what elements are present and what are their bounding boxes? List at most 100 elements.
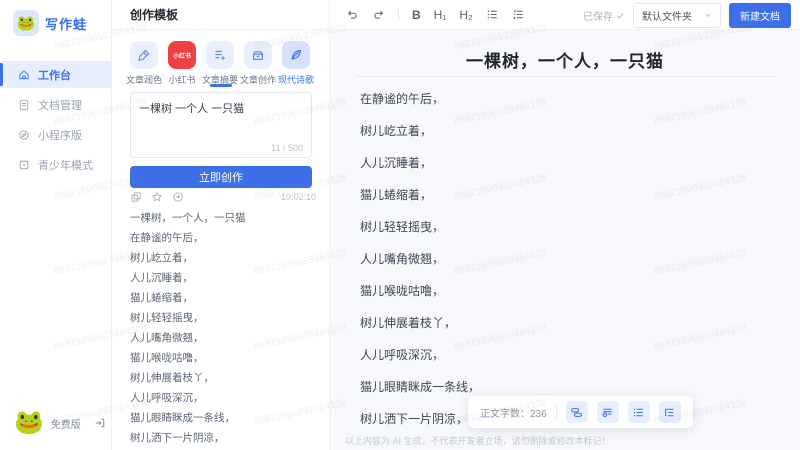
create-button[interactable]: 立即创作 — [130, 166, 312, 188]
output-line: 人儿呼吸深沉， — [130, 392, 204, 404]
document-title[interactable]: 一棵树，一个人，一只猫 — [330, 47, 800, 72]
document-controls: 已保存 默认文件夹 新建文档 — [583, 0, 791, 30]
document-line: 树儿屹立着， — [360, 124, 433, 138]
document-line: 猫儿蜷缩着， — [360, 188, 433, 202]
floating-toolbar: 正文字数：236 — [468, 396, 693, 428]
generation-output: 10:02:10 一棵树，一个人，一只猫 在静谧的午后， 树儿屹立着， 人儿沉睡… — [130, 190, 316, 450]
title-divider — [355, 76, 775, 77]
tab-article-creation[interactable]: 文章创作 — [240, 41, 276, 86]
folder-dropdown[interactable]: 默认文件夹 — [633, 2, 721, 28]
redo-button[interactable] — [372, 8, 385, 21]
user-avatar[interactable]: 🐸 — [14, 408, 44, 438]
sidebar-item-workspace[interactable]: 工作台 — [0, 61, 111, 88]
bullet-list-icon — [487, 10, 497, 19]
sidebar-item-label: 文档管理 — [38, 99, 82, 112]
document-line: 人儿沉睡着， — [360, 156, 433, 170]
pen-icon — [130, 41, 158, 69]
tab-xiaohongshu[interactable]: 小红书 小红书 — [168, 41, 196, 86]
sidebar-item-miniprogram[interactable]: 小程序版 — [0, 121, 111, 148]
tab-label: 小红书 — [168, 75, 196, 85]
teen-mode-icon — [19, 160, 29, 169]
tab-article-polish[interactable]: 文章润色 — [126, 41, 162, 86]
word-count-label: 正文字数： — [480, 408, 530, 420]
output-line: 人儿嘴角微翘， — [130, 332, 204, 344]
output-actions: 10:02:10 — [130, 190, 316, 204]
ordered-list-icon — [513, 10, 523, 20]
toolbar-divider — [398, 8, 399, 21]
tab-label: 文章创作 — [240, 75, 277, 85]
logout-icon — [95, 418, 105, 428]
heading1-button[interactable]: H₁ — [434, 9, 447, 21]
continue-writing-button[interactable] — [565, 401, 588, 423]
bold-button[interactable]: B — [412, 9, 421, 21]
outline-icon — [665, 408, 674, 416]
panel-title: 创作模板 — [112, 0, 329, 30]
summarize-button[interactable] — [596, 401, 619, 423]
list-icon — [634, 408, 644, 416]
compass-icon — [19, 129, 29, 140]
insert-arrow-icon[interactable] — [172, 191, 184, 203]
sidebar-item-label: 青少年模式 — [38, 159, 93, 172]
prompt-input-box: 一棵树 一个人 一只猫 11 / 500 — [130, 92, 312, 158]
document-line: 人儿呼吸深沉， — [360, 348, 445, 362]
home-icon — [19, 69, 29, 79]
check-icon — [617, 12, 624, 18]
output-line: 在静谧的午后， — [130, 232, 204, 244]
word-count: 正文字数：236 — [480, 405, 547, 420]
quill-icon — [282, 41, 310, 69]
document-line: 树儿洒下一片阴凉， — [360, 412, 469, 426]
box-icon — [244, 41, 272, 69]
tab-label: 文章润色 — [126, 75, 163, 85]
undo-icon — [347, 10, 357, 19]
chevron-down-icon — [705, 13, 711, 17]
xiaohongshu-icon: 小红书 — [168, 41, 196, 69]
user-area: 🐸 免费版 — [14, 408, 106, 438]
app-logo: 🐸 写作蛙 — [13, 10, 87, 36]
output-text: 一棵树，一个人，一只猫 在静谧的午后， 树儿屹立着， 人儿沉睡着， 猫儿蜷缩着，… — [130, 213, 316, 444]
save-status-label: 已保存 — [583, 11, 613, 23]
tabs-scrollbar[interactable] — [210, 84, 232, 87]
star-icon[interactable] — [151, 191, 163, 203]
sidebar-item-teen-mode[interactable]: 青少年模式 — [0, 151, 111, 178]
output-line: 人儿沉睡着， — [130, 272, 193, 284]
ai-disclaimer: 以上内容为 AI 生成，不代表开发者立场，请勿删除或修改本标记！ — [345, 436, 611, 446]
document-body[interactable]: 在静谧的午后， 树儿屹立着， 人儿沉睡着， 猫儿蜷缩着， 树儿轻轻摇曳， 人儿嘴… — [360, 93, 480, 445]
summarize-icon — [602, 408, 612, 417]
template-panel: 创作模板 文章润色 小红书 小红书 文章摘要 文章创作 现代诗歌 一棵树 一个人… — [112, 0, 330, 450]
logout-button[interactable] — [94, 417, 106, 429]
prompt-input[interactable]: 一棵树 一个人 一只猫 — [131, 93, 311, 139]
output-line: 猫儿喉咙咕噜， — [130, 352, 204, 364]
document-icon — [19, 99, 29, 110]
document-line: 人儿嘴角微翘， — [360, 252, 445, 266]
tab-article-summary[interactable]: 文章摘要 — [202, 41, 238, 86]
toolbar-divider — [555, 405, 557, 419]
copy-icon[interactable] — [130, 191, 142, 203]
output-line: 猫儿眼睛眯成一条线， — [130, 412, 235, 424]
app-name: 写作蛙 — [45, 16, 88, 32]
sidebar-item-label: 工作台 — [38, 69, 71, 82]
output-line: 树儿洒下一片阴凉， — [130, 432, 225, 444]
document-line: 树儿轻轻摇曳， — [360, 220, 445, 234]
document-editor[interactable]: 一棵树，一个人，一只猫 在静谧的午后， 树儿屹立着， 人儿沉睡着， 猫儿蜷缩着，… — [330, 30, 800, 450]
ordered-list-button[interactable] — [512, 8, 525, 21]
new-document-button[interactable]: 新建文档 — [729, 2, 791, 28]
bullet-list-button[interactable] — [486, 8, 499, 21]
heading2-button[interactable]: H₂ — [459, 9, 472, 21]
sidebar-item-documents[interactable]: 文档管理 — [0, 91, 111, 118]
output-line: 树儿伸展着枝丫， — [130, 372, 214, 384]
list-format-button[interactable] — [627, 401, 650, 423]
document-line: 在静谧的午后， — [360, 92, 445, 106]
tab-modern-poetry[interactable]: 现代诗歌 — [278, 41, 314, 86]
output-line: 树儿轻轻摇曳， — [130, 312, 204, 324]
output-line: 猫儿蜷缩着， — [130, 292, 193, 304]
undo-button[interactable] — [346, 8, 359, 21]
save-status: 已保存 — [583, 8, 625, 23]
outline-button[interactable] — [658, 401, 681, 423]
document-line: 猫儿喉咙咕噜， — [360, 284, 445, 298]
template-tabs: 文章润色 小红书 小红书 文章摘要 文章创作 现代诗歌 — [126, 41, 314, 86]
sidebar-nav: 工作台 文档管理 小程序版 青少年模式 — [0, 58, 111, 181]
output-timestamp: 10:02:10 — [280, 192, 316, 202]
document-line: 猫儿眼睛眯成一条线， — [360, 380, 481, 394]
sidebar-item-label: 小程序版 — [38, 129, 82, 142]
folder-dropdown-value: 默认文件夹 — [642, 11, 692, 23]
